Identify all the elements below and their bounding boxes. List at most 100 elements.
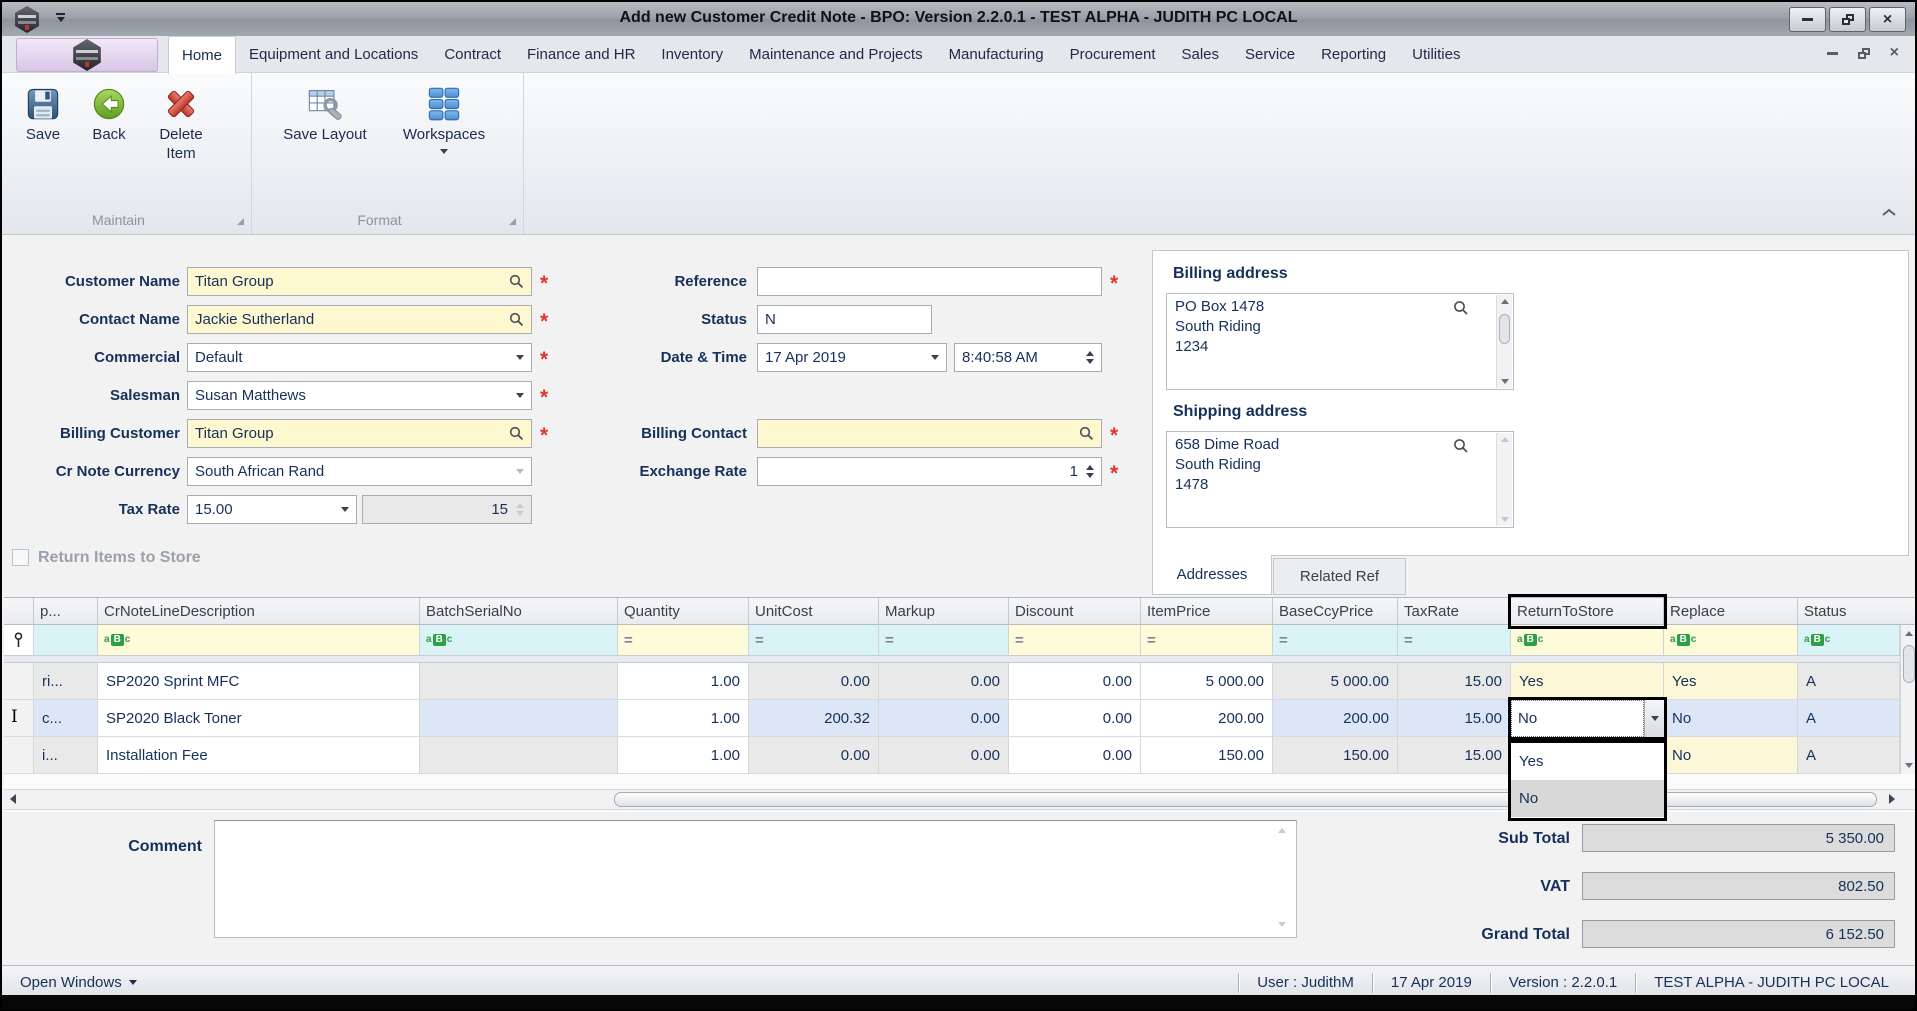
header-markup[interactable]: Markup	[879, 598, 1009, 625]
reference-input[interactable]	[757, 267, 1102, 296]
chevron-down-icon[interactable]	[516, 393, 524, 398]
header-crnotelinedescription[interactable]: CrNoteLineDescription	[98, 598, 420, 625]
minimize-button[interactable]	[1789, 7, 1826, 32]
header-status[interactable]: Status	[1798, 598, 1917, 625]
tab-service[interactable]: Service	[1232, 36, 1308, 73]
tab-home[interactable]: Home	[168, 36, 236, 74]
tab-maintenance-and-projects[interactable]: Maintenance and Projects	[736, 36, 935, 73]
search-icon[interactable]	[509, 312, 524, 327]
header-replace[interactable]: Replace	[1664, 598, 1798, 625]
cell-baseccyprice[interactable]: 150.00	[1273, 737, 1398, 774]
cell-returntostore[interactable]: Yes	[1511, 663, 1664, 700]
search-icon[interactable]	[1079, 426, 1094, 441]
filter-cell-baseccyprice[interactable]: =	[1273, 625, 1398, 656]
qat-dropdown-icon[interactable]	[56, 13, 65, 22]
date-select[interactable]: 17 Apr 2019	[757, 343, 947, 372]
header-batchserialno[interactable]: BatchSerialNo	[420, 598, 618, 625]
customer-name-input[interactable]: Titan Group	[187, 267, 532, 296]
shipping-address-box[interactable]: 658 Dime Road South Riding 1478	[1166, 431, 1514, 528]
collapse-ribbon-button[interactable]	[1881, 204, 1897, 222]
cell-p[interactable]: ri...	[34, 663, 98, 700]
tax-rate-select[interactable]: 15.00	[187, 495, 357, 524]
search-icon[interactable]	[1453, 300, 1469, 316]
cell-discount[interactable]: 0.00	[1009, 737, 1141, 774]
search-icon[interactable]	[509, 274, 524, 289]
filter-cell-itemprice[interactable]: =	[1141, 625, 1273, 656]
dropdown-option-no[interactable]: No	[1511, 780, 1664, 817]
filter-cell-taxrate[interactable]: =	[1398, 625, 1511, 656]
tab-utilities[interactable]: Utilities	[1399, 36, 1473, 73]
tab-sales[interactable]: Sales	[1169, 36, 1233, 73]
salesman-select[interactable]: Susan Matthews	[187, 381, 532, 410]
header-p[interactable]: p...	[34, 598, 98, 625]
cell-markup[interactable]: 0.00	[879, 737, 1009, 774]
time-spinner[interactable]: 8:40:58 AM	[954, 343, 1102, 372]
delete-item-button[interactable]: Delete Item	[142, 81, 220, 163]
header-quantity[interactable]: Quantity	[618, 598, 749, 625]
cell-unitcost[interactable]: 200.32	[749, 700, 879, 737]
scroll-down-icon[interactable]	[1501, 379, 1509, 384]
filter-cell-description[interactable]: aBc	[98, 625, 420, 656]
app-menu-button[interactable]	[16, 38, 158, 72]
cell-description[interactable]: Installation Fee	[98, 737, 420, 774]
chevron-down-icon[interactable]	[516, 355, 524, 360]
back-button[interactable]: Back	[76, 81, 142, 163]
tab-contract[interactable]: Contract	[431, 36, 514, 73]
search-icon[interactable]	[509, 426, 524, 441]
header-baseccyprice[interactable]: BaseCcyPrice	[1273, 598, 1398, 625]
cell-batchserialno[interactable]	[420, 663, 618, 700]
cell-quantity[interactable]: 1.00	[618, 737, 749, 774]
cell-discount[interactable]: 0.00	[1009, 700, 1141, 737]
cell-itemprice[interactable]: 150.00	[1141, 737, 1273, 774]
tab-reporting[interactable]: Reporting	[1308, 36, 1399, 73]
cell-replace[interactable]: Yes	[1664, 663, 1798, 700]
scrollbar[interactable]	[1496, 433, 1512, 526]
status-input[interactable]: N	[757, 305, 932, 334]
filter-cell-discount[interactable]: =	[1009, 625, 1141, 656]
cell-p[interactable]: c...	[34, 700, 98, 737]
tab-related-ref[interactable]: Related Ref	[1273, 558, 1406, 595]
exchange-rate-spinner[interactable]: 1	[757, 457, 1102, 486]
tab-equipment-and-locations[interactable]: Equipment and Locations	[236, 36, 431, 73]
tab-manufacturing[interactable]: Manufacturing	[936, 36, 1057, 73]
spinner-icons[interactable]	[1086, 465, 1094, 478]
restore-icon[interactable]	[1858, 48, 1870, 59]
cell-taxrate[interactable]: 15.00	[1398, 700, 1511, 737]
cell-baseccyprice[interactable]: 5 000.00	[1273, 663, 1398, 700]
scrollbar-thumb[interactable]	[614, 792, 1877, 807]
cell-status[interactable]: A	[1798, 737, 1900, 774]
search-icon[interactable]	[1453, 438, 1469, 454]
tab-addresses[interactable]: Addresses	[1152, 555, 1272, 595]
cell-itemprice[interactable]: 5 000.00	[1141, 663, 1273, 700]
chevron-down-icon[interactable]	[341, 507, 349, 512]
cell-description[interactable]: SP2020 Black Toner	[98, 700, 420, 737]
scroll-up-icon[interactable]	[1905, 631, 1913, 636]
cell-discount[interactable]: 0.00	[1009, 663, 1141, 700]
filter-cell-status[interactable]: aBc	[1798, 625, 1900, 656]
chevron-down-icon[interactable]	[931, 355, 939, 360]
filter-cell-p[interactable]	[34, 625, 98, 656]
row-indicator[interactable]	[4, 737, 34, 774]
filter-cell-replace[interactable]: aBc	[1664, 625, 1798, 656]
cell-p[interactable]: i...	[34, 737, 98, 774]
cell-replace[interactable]: No	[1664, 700, 1798, 737]
cell-baseccyprice[interactable]: 200.00	[1273, 700, 1398, 737]
cell-status[interactable]: A	[1798, 663, 1900, 700]
vertical-scrollbar[interactable]	[1900, 625, 1917, 774]
header-unitcost[interactable]: UnitCost	[749, 598, 879, 625]
cell-batchserialno[interactable]	[420, 737, 618, 774]
cell-replace[interactable]: No	[1664, 737, 1798, 774]
filter-cell-unitcost[interactable]: =	[749, 625, 879, 656]
cell-batchserialno[interactable]	[420, 700, 618, 737]
commercial-select[interactable]: Default	[187, 343, 532, 372]
scrollbar[interactable]	[1496, 295, 1512, 388]
header-taxrate[interactable]: TaxRate	[1398, 598, 1511, 625]
cell-unitcost[interactable]: 0.00	[749, 663, 879, 700]
scrollbar-thumb[interactable]	[1499, 314, 1510, 344]
dropdown-option-yes[interactable]: Yes	[1511, 743, 1664, 780]
spinner-icons[interactable]	[1086, 351, 1094, 364]
row-indicator[interactable]	[4, 663, 34, 700]
cell-status[interactable]: A	[1798, 700, 1900, 737]
returntostore-editor[interactable]: No	[1508, 697, 1667, 740]
cell-taxrate[interactable]: 15.00	[1398, 663, 1511, 700]
